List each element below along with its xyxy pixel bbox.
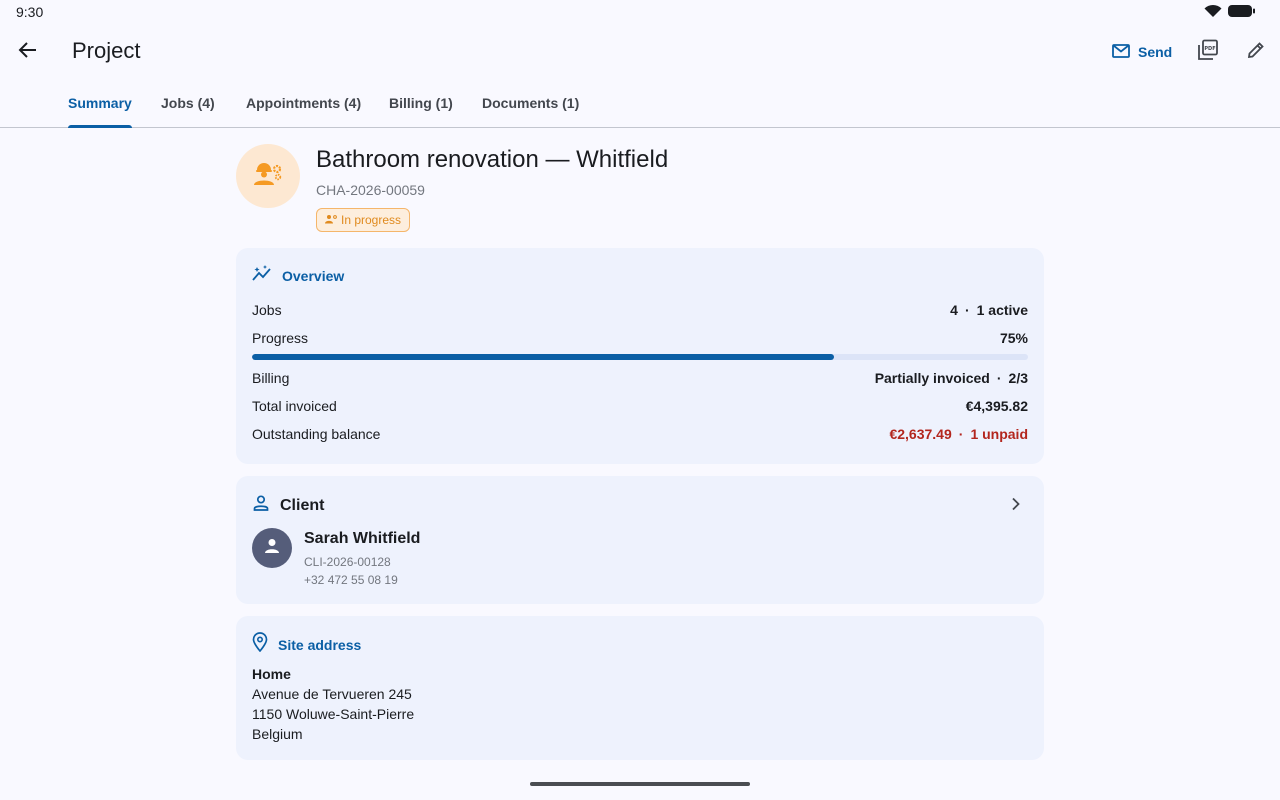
project-header: Bathroom renovation — Whitfield CHA-2026… xyxy=(236,144,1044,236)
progress-value: 75% xyxy=(999,330,1028,346)
billing-row: Billing Partially invoiced · 2/3 xyxy=(252,368,1028,388)
person-outline-icon xyxy=(252,494,270,517)
home-indicator[interactable] xyxy=(530,782,750,786)
project-avatar xyxy=(236,144,300,208)
status-icons xyxy=(1204,4,1256,23)
client-card[interactable]: Client Sarah Whitfield CLI-2026-00128 +3… xyxy=(236,476,1044,604)
pencil-icon xyxy=(1246,40,1266,65)
tab-billing[interactable]: Billing (1) xyxy=(389,80,453,127)
tab-jobs[interactable]: Jobs (4) xyxy=(161,80,215,127)
client-code: CLI-2026-00128 xyxy=(304,555,391,569)
client-header: Client xyxy=(252,494,324,517)
tab-documents[interactable]: Documents (1) xyxy=(482,80,579,127)
tab-summary[interactable]: Summary xyxy=(68,80,132,128)
address-country: Belgium xyxy=(252,726,303,742)
page-title: Project xyxy=(72,38,141,63)
app-bar: Project Send PDF xyxy=(0,24,1280,80)
site-address-title: Site address xyxy=(278,636,362,653)
chevron-right-icon[interactable] xyxy=(1004,492,1028,516)
client-title: Client xyxy=(280,496,325,514)
billing-value: Partially invoiced · 2/3 xyxy=(874,370,1028,386)
site-address-card: Site address Home Avenue de Tervueren 24… xyxy=(236,616,1044,760)
billing-status: Partially invoiced xyxy=(874,370,990,386)
insights-icon xyxy=(252,264,272,287)
billing-ratio: 2/3 xyxy=(1008,370,1028,386)
site-address-header: Site address xyxy=(252,632,361,657)
outstanding-unpaid: 1 unpaid xyxy=(970,426,1028,442)
project-title: Bathroom renovation — Whitfield xyxy=(316,146,669,173)
tab-bar: Summary Jobs (4) Appointments (4) Billin… xyxy=(0,80,1280,128)
pdf-button[interactable]: PDF xyxy=(1192,36,1224,68)
send-button[interactable]: Send xyxy=(1104,34,1180,70)
client-name: Sarah Whitfield xyxy=(304,530,421,547)
jobs-value: 4 · 1 active xyxy=(950,302,1028,318)
total-invoiced-label: Total invoiced xyxy=(252,398,337,414)
outstanding-amount: €2,637.49 xyxy=(889,426,952,442)
wifi-icon xyxy=(1204,4,1222,23)
total-invoiced-row: Total invoiced €4,395.82 xyxy=(252,396,1028,416)
send-button-label: Send xyxy=(1138,44,1173,60)
address-street: Avenue de Tervueren 245 xyxy=(252,686,412,702)
address-label: Home xyxy=(252,666,291,682)
total-invoiced-value: €4,395.82 xyxy=(965,398,1028,414)
person-icon xyxy=(263,537,281,560)
status-badge: In progress xyxy=(316,208,411,232)
jobs-count: 4 xyxy=(950,302,958,318)
location-pin-icon xyxy=(252,632,268,657)
back-button[interactable] xyxy=(12,28,44,76)
overview-header: Overview xyxy=(252,264,344,287)
progress-row: Progress 75% xyxy=(252,328,1028,348)
progress-label: Progress xyxy=(252,330,309,346)
overview-title: Overview xyxy=(282,267,345,284)
edit-button[interactable] xyxy=(1240,36,1272,68)
avatar xyxy=(252,528,292,568)
engineering-icon xyxy=(325,213,337,227)
outstanding-label: Outstanding balance xyxy=(252,426,381,442)
arrow-back-icon xyxy=(18,40,38,65)
status-time: 9:30 xyxy=(16,4,44,20)
address-city: 1150 Woluwe-Saint-Pierre xyxy=(252,706,415,722)
mail-icon xyxy=(1112,43,1130,61)
progress-bar-fill xyxy=(252,354,834,360)
worker-gear-icon xyxy=(253,161,283,192)
jobs-row: Jobs 4 · 1 active xyxy=(252,300,1028,320)
overview-card: Overview Jobs 4 · 1 active Progress 75% Bi… xyxy=(236,248,1044,464)
outstanding-row: Outstanding balance €2,637.49 · 1 unpaid xyxy=(252,424,1028,444)
client-phone: +32 472 55 08 19 xyxy=(304,573,398,587)
jobs-label: Jobs xyxy=(252,302,282,318)
status-badge-label: In progress xyxy=(341,213,402,227)
project-code: CHA-2026-00059 xyxy=(316,182,425,198)
progress-bar xyxy=(252,354,1028,360)
pdf-icon: PDF xyxy=(1197,39,1219,66)
billing-label: Billing xyxy=(252,370,290,386)
battery-icon xyxy=(1228,4,1256,23)
status-bar: 9:30 xyxy=(0,0,1280,24)
outstanding-value: €2,637.49 · 1 unpaid xyxy=(889,426,1028,442)
svg-text:PDF: PDF xyxy=(1204,46,1215,52)
tab-appointments[interactable]: Appointments (4) xyxy=(246,80,361,127)
jobs-active: 1 active xyxy=(976,302,1028,318)
